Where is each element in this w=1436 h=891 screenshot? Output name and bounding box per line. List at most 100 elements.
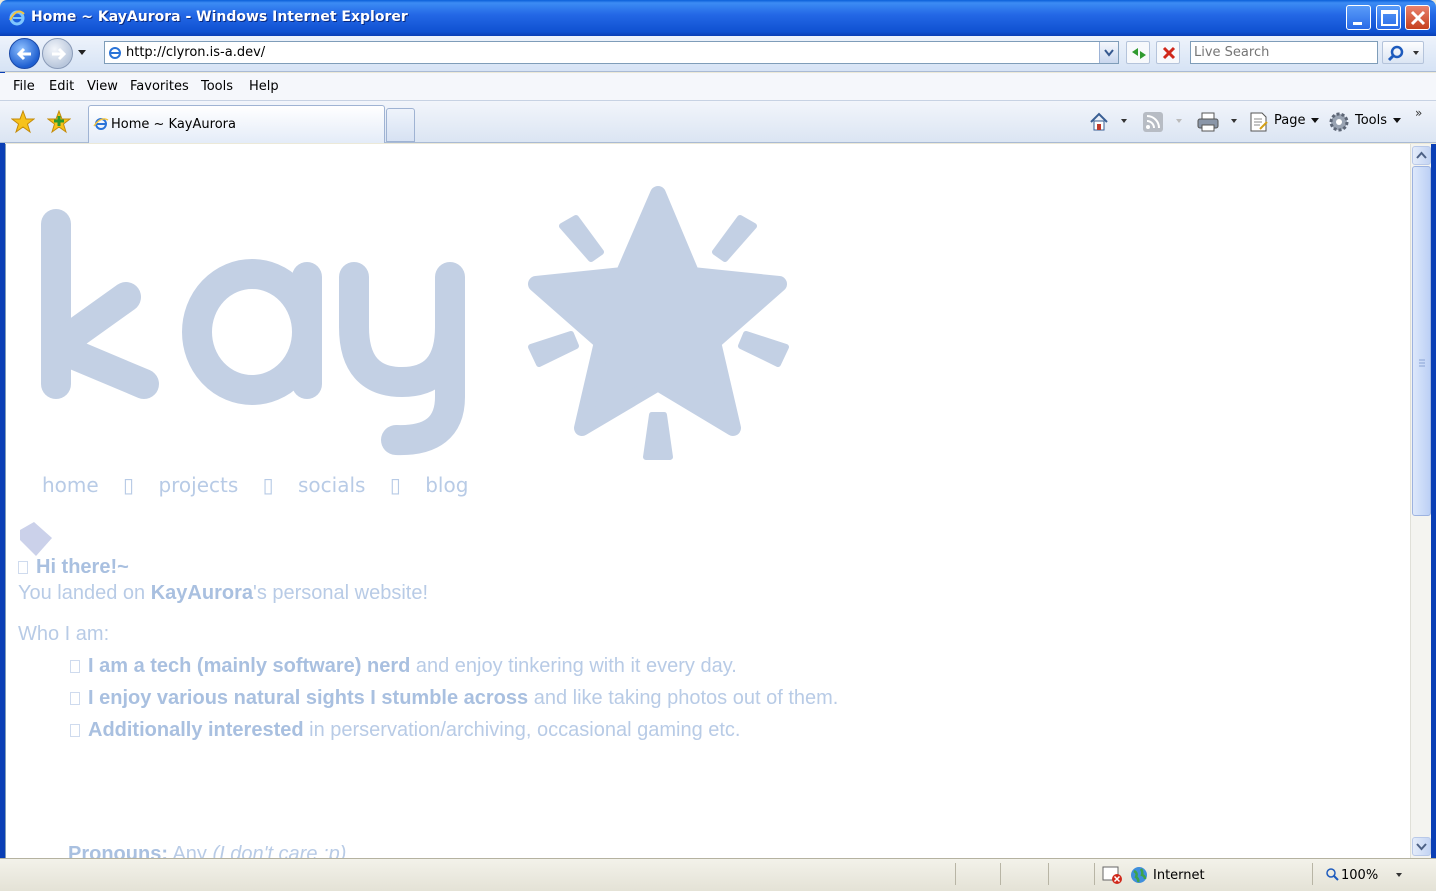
greeting-heading: Hi there!~ [18,556,129,579]
address-bar[interactable] [104,41,1119,64]
ie-logo-icon [9,10,25,26]
close-button[interactable] [1405,5,1430,30]
home-dropdown-icon[interactable] [1121,119,1128,124]
minimize-icon [1353,22,1362,25]
page-icon [109,47,121,59]
address-dropdown-button[interactable] [1099,42,1118,63]
menu-tools[interactable]: Tools [201,79,233,94]
scroll-thumb[interactable] [1412,166,1431,516]
status-divider [1048,863,1049,885]
page-viewport: home ▯ projects ▯ socials ▯ blog Hi ther… [5,144,1410,858]
nav-socials-link[interactable]: socials ▯ [298,473,401,497]
history-dropdown-icon[interactable] [77,49,87,57]
menu-file[interactable]: File [13,79,35,94]
intro-name: KayAurora [150,582,253,604]
nav-projects-link[interactable]: projects ▯ [158,473,273,497]
status-divider [1094,863,1095,885]
nav-socials-label: socials [298,473,366,497]
intro-suffix: 's personal website! [253,582,429,604]
security-zone-label: Internet [1153,868,1205,883]
page-icon [93,118,109,130]
add-favorite-icon[interactable] [47,110,71,134]
zoom-icon[interactable] [1325,867,1339,881]
maximize-button[interactable] [1376,5,1401,30]
kay-logo [41,186,789,460]
forward-button[interactable] [42,38,73,69]
menu-favorites[interactable]: Favorites [130,79,189,94]
pronouns-label: Pronouns: [68,843,168,858]
tab-active[interactable]: Home ~ KayAurora [88,105,385,143]
nav-blog-link[interactable]: blog [425,473,468,497]
status-bar: Internet 100% [0,858,1436,891]
feeds-dropdown-icon[interactable] [1176,119,1183,124]
window-frame-right [1431,144,1436,858]
feeds-icon[interactable] [1142,111,1164,133]
intro-prefix: You landed on [18,582,151,604]
print-dropdown-icon[interactable] [1231,119,1238,124]
stop-icon [1162,46,1176,60]
vertical-scrollbar[interactable] [1410,144,1431,858]
gear-icon[interactable] [1328,111,1350,133]
bullet-icon [70,660,80,673]
status-divider [955,863,956,885]
nav-projects-label: projects [158,473,239,497]
window-title: Home ~ KayAurora - Windows Internet Expl… [31,9,408,25]
tools-menu-label[interactable]: Tools [1355,113,1387,128]
search-input[interactable] [1194,45,1374,60]
intro-text: You landed on KayAurora's personal websi… [18,582,428,605]
pronouns-value: Any [168,843,213,858]
site-nav: home ▯ projects ▯ socials ▯ blog [42,473,486,497]
pronouns-note: (I don't care :p) [212,843,347,858]
close-icon [1410,10,1426,26]
tab-bar: Home ~ KayAurora Page Tools » [0,101,1436,143]
bullet-icon [70,692,80,705]
list-item-bold: I am a tech (mainly software) nerd [88,655,411,677]
chevron-up-icon [1416,151,1427,159]
print-icon[interactable] [1196,111,1220,133]
menu-help[interactable]: Help [249,79,279,94]
page-dropdown-icon[interactable] [1311,118,1320,124]
grip-icon [1419,359,1425,367]
list-item-bold: Additionally interested [88,719,304,741]
blocked-content-icon[interactable] [1102,865,1124,885]
toolbar-overflow-icon[interactable]: » [1415,106,1422,120]
page-menu-label[interactable]: Page [1274,113,1305,128]
favorites-star-icon[interactable] [11,110,35,134]
who-heading: Who I am: [18,623,110,645]
menu-edit[interactable]: Edit [49,79,74,94]
new-tab-button[interactable] [386,108,415,142]
chevron-down-icon [1104,49,1114,57]
bullet-icon [70,724,80,737]
nav-home-link[interactable]: home ▯ [42,473,134,497]
back-button[interactable] [9,38,40,69]
page-menu-icon[interactable] [1248,111,1270,133]
search-icon [1387,45,1419,62]
stop-button[interactable] [1156,41,1180,64]
list-item: I enjoy various natural sights I stumble… [70,687,838,710]
forward-arrow-icon [52,47,67,61]
refresh-button[interactable] [1126,41,1150,64]
scroll-down-button[interactable] [1412,837,1431,856]
search-button[interactable] [1382,41,1424,64]
list-item: Additionally interested in perservation/… [70,719,741,742]
scroll-up-button[interactable] [1412,146,1431,165]
chevron-down-icon [1416,843,1427,851]
address-toolbar [0,36,1436,72]
nav-home-label: home [42,473,99,497]
list-item-text: and enjoy tinkering with it every day. [410,655,737,677]
internet-globe-icon [1131,867,1147,883]
status-divider [1312,863,1313,885]
status-divider [1000,863,1001,885]
menu-view[interactable]: View [87,79,118,94]
home-icon[interactable] [1088,111,1110,133]
search-box[interactable] [1190,41,1378,64]
refresh-icon [1132,48,1146,59]
wave-icon [18,561,28,574]
zoom-dropdown-icon[interactable] [1396,873,1403,878]
minimize-button[interactable] [1346,5,1371,30]
greeting-text: Hi there!~ [36,556,129,578]
url-input[interactable] [126,45,1076,60]
zoom-level[interactable]: 100% [1341,868,1378,883]
tools-dropdown-icon[interactable] [1393,118,1402,124]
back-arrow-icon [16,47,31,61]
